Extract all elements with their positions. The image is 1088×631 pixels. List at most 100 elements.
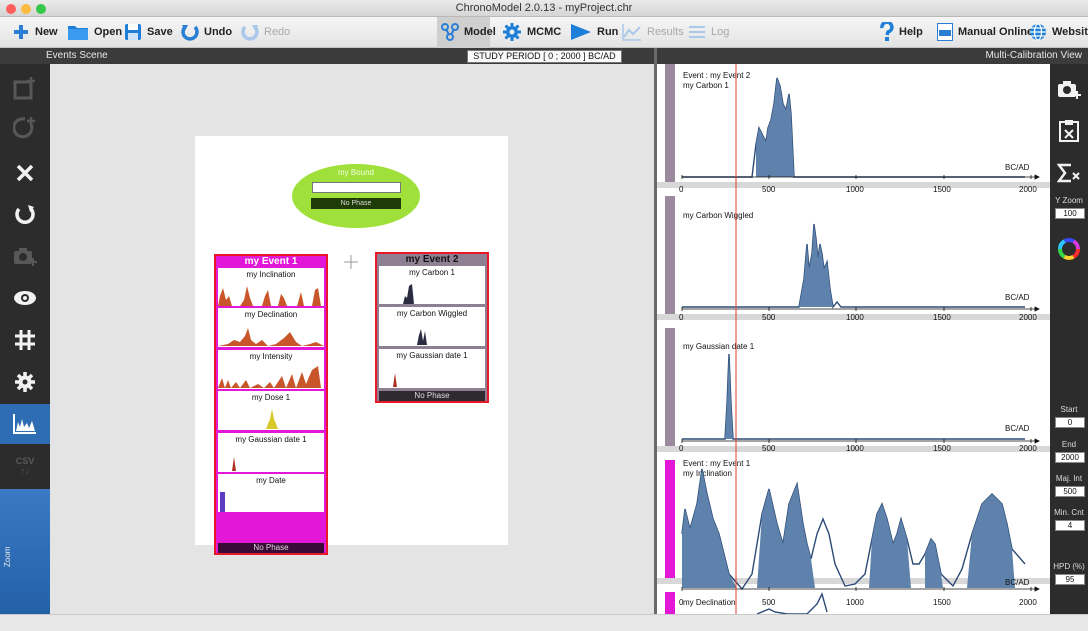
save-label: Save — [147, 26, 173, 38]
event-1-date-gaussian[interactable]: my Gaussian date 1 — [218, 433, 324, 472]
study-period-button[interactable]: STUDY PERIOD [ 0 ; 2000 ] BC/AD — [467, 50, 622, 63]
event-2-date-carbon[interactable]: my Carbon 1 — [379, 266, 485, 304]
csv-export-button[interactable]: CSV ↑↓ — [0, 446, 50, 486]
date-title: my Carbon Wiggled — [396, 309, 468, 318]
axis-tick-label: 1000 — [846, 185, 864, 194]
minor-count-input[interactable]: 4 — [1055, 520, 1085, 531]
add-bound-button[interactable] — [0, 108, 50, 148]
axis-tick-label: 0 — [679, 185, 684, 194]
axis-tick-label: 2000 — [1019, 185, 1037, 194]
start-label: Start — [1060, 405, 1078, 414]
proxy-view-button[interactable] — [0, 404, 50, 444]
log-button[interactable]: Log — [688, 21, 729, 43]
axis-tick-label: 0 — [679, 313, 684, 322]
event-1-date-inclination[interactable]: my Inclination — [218, 268, 324, 306]
pdf-icon — [937, 23, 953, 41]
run-button[interactable]: Run — [570, 21, 618, 43]
save-button[interactable]: Save — [124, 21, 173, 43]
chart-icon — [622, 24, 641, 41]
date-title: my Date — [256, 476, 286, 485]
sigma-icon — [1057, 163, 1080, 183]
axis-tick-label: 0 — [679, 444, 684, 453]
undo-button[interactable]: Undo — [181, 21, 232, 43]
end-label: End — [1061, 440, 1077, 449]
model-button[interactable]: Model — [441, 21, 496, 43]
date-density-thumbnail — [218, 286, 321, 306]
event-1-date-declination[interactable]: my Declination — [218, 308, 324, 347]
event-1-date-intensity[interactable]: my Intensity — [218, 350, 324, 389]
event-1-phase-label: No Phase — [218, 543, 324, 553]
date-title: my Dose 1 — [251, 393, 291, 402]
calibration-curves — [681, 64, 1040, 614]
axis-tick-label: 500 — [762, 444, 776, 453]
minor-count-label: Min. Cnt — [1054, 508, 1084, 517]
model-label: Model — [464, 26, 496, 38]
end-input[interactable]: 2000 — [1055, 452, 1085, 463]
statistics-button[interactable] — [1050, 154, 1088, 192]
axis-tick-label: 1500 — [933, 444, 951, 453]
undo-icon — [181, 25, 199, 41]
date-title: my Gaussian date 1 — [396, 351, 468, 360]
restore-button[interactable] — [0, 195, 50, 235]
event-2-box[interactable]: my Event 2 my Carbon 1 my Carbon Wiggled… — [375, 252, 489, 403]
y-zoom-label: Y Zoom — [1055, 196, 1083, 205]
export-image-button[interactable] — [1050, 70, 1088, 108]
date-density-thumbnail — [403, 284, 414, 304]
new-button[interactable]: New — [12, 21, 58, 43]
color-wheel-icon — [1058, 238, 1080, 260]
delete-button[interactable] — [0, 153, 50, 193]
settings-button[interactable] — [0, 362, 50, 402]
axis-tick-label: 1500 — [933, 313, 951, 322]
grid-button[interactable] — [0, 320, 50, 360]
hpd-input[interactable]: 95 — [1055, 574, 1085, 585]
date-density-thumbnail — [218, 328, 324, 346]
main-toolbar: New Open Save Undo Redo Model MCMC Run R… — [0, 17, 1088, 48]
maximize-window-button[interactable] — [36, 4, 46, 14]
bound-phase-label: No Phase — [311, 198, 401, 209]
mcmc-button[interactable]: MCMC — [502, 21, 561, 43]
export-image-button[interactable] — [0, 236, 50, 276]
y-zoom-input[interactable]: 100 — [1055, 208, 1085, 219]
export-data-button[interactable] — [1050, 112, 1088, 150]
event-2-date-gaussian[interactable]: my Gaussian date 1 — [379, 349, 485, 388]
zoom-label: Zoom — [3, 546, 12, 567]
date-title: my Carbon 1 — [409, 268, 455, 277]
help-button[interactable]: Help — [880, 21, 923, 43]
redo-icon — [241, 25, 259, 41]
view-button[interactable] — [0, 278, 50, 318]
date-density-thumbnail — [232, 457, 236, 471]
help-label: Help — [899, 26, 923, 38]
log-label: Log — [711, 26, 730, 38]
axis-tick-label: 1500 — [933, 185, 951, 194]
axis-unit-label: BC/AD — [1005, 293, 1030, 302]
event-2-date-carbon-wiggled[interactable]: my Carbon Wiggled — [379, 307, 485, 346]
camera-icon — [1058, 81, 1081, 99]
question-icon — [880, 22, 894, 41]
website-button[interactable]: Website — [1029, 21, 1088, 43]
major-interval-input[interactable]: 500 — [1055, 486, 1085, 497]
color-picker-button[interactable] — [1050, 230, 1088, 268]
events-scene-title: Events Scene — [46, 50, 108, 61]
axis-unit-label: BC/AD — [1005, 424, 1030, 433]
calibration-title: Multi-Calibration View — [985, 50, 1082, 61]
open-button[interactable]: Open — [67, 21, 122, 43]
log-icon — [689, 26, 705, 38]
floppy-icon — [125, 24, 141, 40]
redo-button[interactable]: Redo — [241, 21, 290, 43]
close-window-button[interactable] — [6, 4, 16, 14]
start-input[interactable]: 0 — [1055, 417, 1085, 428]
axis-tick-label: 1000 — [846, 313, 864, 322]
website-label: Website — [1052, 26, 1088, 38]
plus-icon — [14, 25, 28, 39]
event-1-date-date[interactable]: my Date — [218, 474, 324, 512]
manual-online-button[interactable]: Manual Online — [937, 21, 1033, 43]
redo-label: Redo — [264, 26, 291, 38]
manual-online-label: Manual Online — [958, 26, 1034, 38]
event-1-date-dose[interactable]: my Dose 1 — [218, 391, 324, 430]
axis-tick-label: 1000 — [846, 444, 864, 453]
add-event-button[interactable] — [0, 68, 50, 108]
minimize-window-button[interactable] — [21, 4, 31, 14]
model-icon — [441, 23, 459, 41]
event-1-box[interactable]: my Event 1 my Inclination my Declination… — [214, 254, 328, 555]
results-button[interactable]: Results — [622, 21, 684, 43]
